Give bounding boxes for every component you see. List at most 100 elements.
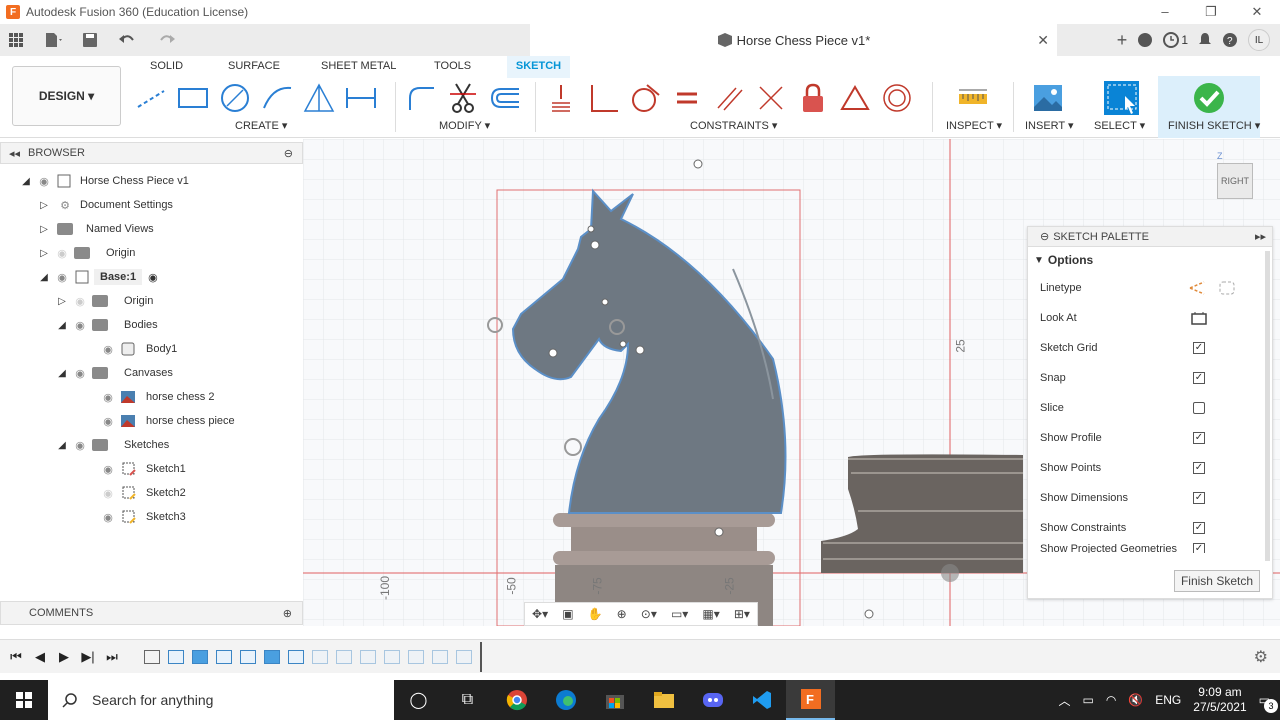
sketch-dimension-tool-icon[interactable] [343, 80, 379, 116]
tree-root[interactable]: ◢ ◉ Horse Chess Piece v1 [20, 169, 189, 193]
previous-step-icon[interactable]: ◀ [28, 649, 52, 665]
snap-row[interactable]: Snap ✓ [1028, 363, 1272, 393]
perpendicular-constraint-icon[interactable] [585, 80, 621, 116]
tree-sketch-item[interactable]: ◉ Sketch3 [96, 505, 186, 529]
visibility-eye-icon[interactable]: ◉ [100, 511, 116, 524]
fix-lock-icon[interactable] [795, 80, 831, 116]
tree-document-settings[interactable]: ▷ ⚙ Document Settings [38, 193, 173, 217]
tab-surface[interactable]: SURFACE [220, 56, 288, 78]
close-tab-icon[interactable]: ✕ [1037, 32, 1049, 49]
discord-icon[interactable] [688, 680, 737, 720]
redo-icon[interactable] [154, 28, 178, 52]
notification-bell-icon[interactable] [1198, 32, 1212, 48]
undo-icon[interactable] [116, 28, 140, 52]
options-section-header[interactable]: ▼ Options [1028, 247, 1272, 273]
trim-scissors-icon[interactable] [445, 80, 481, 116]
coincident-constraint-icon[interactable] [543, 80, 579, 116]
collapse-triangle-icon[interactable]: ◢ [56, 368, 68, 379]
snap-checkbox[interactable]: ✓ [1193, 372, 1205, 384]
pan-hand-icon[interactable]: ✋ [588, 607, 603, 621]
show-constraints-row[interactable]: Show Constraints ✓ [1028, 513, 1272, 543]
hidden-eye-icon[interactable]: ◉ [54, 247, 70, 260]
create-group-label[interactable]: CREATE ▾ [235, 119, 287, 132]
arc-tool-icon[interactable] [259, 80, 295, 116]
circle-tool-icon[interactable] [217, 80, 253, 116]
polygon-tool-icon[interactable] [301, 80, 337, 116]
zoom-window-icon[interactable]: ⊙▾ [641, 607, 657, 621]
expand-triangle-icon[interactable]: ▷ [38, 224, 50, 235]
fusion-taskbar-icon[interactable]: F [786, 680, 835, 720]
tab-tools[interactable]: TOOLS [426, 56, 479, 78]
timeline-canvas-icon[interactable] [192, 649, 208, 664]
file-explorer-icon[interactable] [639, 680, 688, 720]
tree-sketch-item[interactable]: ◉ Sketch2 [96, 481, 186, 505]
rectangle-tool-icon[interactable] [175, 80, 211, 116]
show-profile-checkbox[interactable]: ✓ [1193, 432, 1205, 444]
show-projected-row[interactable]: Show Projected Geometries ✓ [1028, 543, 1272, 553]
store-icon[interactable] [590, 680, 639, 720]
task-view-icon[interactable]: ⧉ [443, 680, 492, 720]
grid-settings-icon[interactable]: ▦▾ [702, 607, 719, 621]
visibility-eye-icon[interactable]: ◉ [100, 463, 116, 476]
edge-icon[interactable] [541, 680, 590, 720]
show-dimensions-checkbox[interactable]: ✓ [1193, 492, 1205, 504]
activate-radio-icon[interactable]: ◉ [148, 271, 158, 284]
expand-triangle-icon[interactable]: ▷ [56, 296, 68, 307]
show-points-checkbox[interactable]: ✓ [1193, 462, 1205, 474]
timeline-settings-gear-icon[interactable]: ⚙ [1254, 647, 1268, 667]
timeline-feature-icon[interactable] [384, 649, 400, 664]
clock[interactable]: 9:09 am 27/5/2021 [1193, 685, 1246, 715]
document-tab[interactable]: Horse Chess Piece v1* ✕ [530, 24, 1057, 56]
collapse-triangle-icon[interactable]: ▼ [1034, 255, 1044, 266]
tree-named-views[interactable]: ▷ Named Views [38, 217, 154, 241]
slice-checkbox[interactable] [1193, 402, 1205, 414]
symmetry-constraint-icon[interactable] [837, 80, 873, 116]
tree-canvas-item[interactable]: ◉ horse chess 2 [96, 385, 214, 409]
modify-group-label[interactable]: MODIFY ▾ [439, 119, 490, 132]
centerline-icon[interactable] [1218, 280, 1236, 296]
first-step-icon[interactable]: ⏮ [4, 649, 28, 665]
help-icon[interactable]: ? [1222, 32, 1238, 48]
battery-icon[interactable]: ▭ [1082, 693, 1093, 707]
collapse-triangle-icon[interactable]: ◢ [56, 440, 68, 451]
timeline-canvas-icon[interactable] [264, 649, 280, 664]
timeline-sketch-icon[interactable] [168, 649, 184, 664]
data-panel-grid-icon[interactable] [4, 28, 28, 52]
new-tab-plus-icon[interactable]: + [1117, 30, 1128, 51]
tree-canvas-item[interactable]: ◉ horse chess piece [96, 409, 235, 433]
timeline-feature-icon[interactable] [456, 649, 472, 664]
insert-group-label[interactable]: INSERT ▾ [1025, 119, 1074, 132]
timeline-feature-icon[interactable] [432, 649, 448, 664]
taskbar-search[interactable]: Search for anything [48, 680, 394, 720]
volume-mute-icon[interactable]: 🔇 [1128, 693, 1143, 707]
constraints-group-label[interactable]: CONSTRAINTS ▾ [690, 119, 777, 132]
insert-image-icon[interactable] [1030, 80, 1066, 116]
viewcube[interactable]: RIGHT [1217, 163, 1253, 199]
collapse-arrows-icon[interactable]: ◂◂ [9, 147, 20, 160]
tree-body1[interactable]: ◉ Body1 [96, 337, 177, 361]
input-language[interactable]: ENG [1155, 693, 1181, 707]
browser-minus-icon[interactable]: ⊖ [284, 147, 293, 160]
save-icon[interactable] [78, 28, 102, 52]
user-avatar[interactable]: IL [1248, 29, 1270, 51]
visibility-eye-icon[interactable]: ◉ [72, 439, 88, 452]
wifi-icon[interactable]: ◠ [1106, 693, 1116, 707]
zoom-icon[interactable]: ⊕ [617, 607, 627, 621]
action-center-icon[interactable]: ▭ 3 [1259, 693, 1278, 713]
timeline-sketch-icon[interactable] [288, 649, 304, 664]
show-constraints-checkbox[interactable]: ✓ [1193, 522, 1205, 534]
tab-solid[interactable]: SOLID [142, 56, 191, 78]
look-at-icon[interactable] [1190, 310, 1208, 326]
finish-sketch-button[interactable]: FINISH SKETCH ▾ [1158, 76, 1260, 138]
fillet-tool-icon[interactable] [403, 80, 439, 116]
palette-expand-icon[interactable]: ▸▸ [1255, 230, 1266, 243]
timeline-feature-icon[interactable] [408, 649, 424, 664]
collinear-constraint-icon[interactable] [753, 80, 789, 116]
timeline-extrude-icon[interactable] [240, 649, 256, 664]
tree-canvases[interactable]: ◢ ◉ Canvases [56, 361, 173, 385]
hidden-eye-icon[interactable]: ◉ [72, 295, 88, 308]
offset-tool-icon[interactable] [487, 80, 523, 116]
windows-start-icon[interactable] [0, 680, 48, 720]
concentric-constraint-icon[interactable] [879, 80, 915, 116]
visibility-eye-icon[interactable]: ◉ [100, 415, 116, 428]
